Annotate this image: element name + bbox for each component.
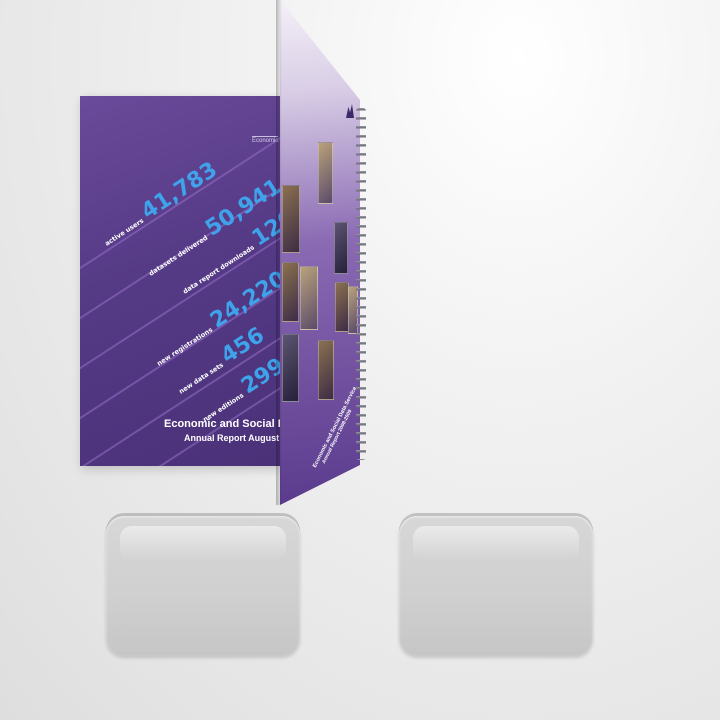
right-key-button[interactable] [399,516,593,656]
photo-thumbnail [318,340,334,400]
photo-thumbnail [318,142,333,204]
photo-thumbnail [282,185,300,253]
photo-thumbnail [335,282,349,332]
brochure-front-cover: Economic active users41,783 datasets del… [80,96,280,466]
scene: Economic active users41,783 datasets del… [0,0,720,720]
spiral-binding [356,108,366,460]
photo-thumbnail [300,266,318,330]
cover-title: Economic and Social D [164,418,280,430]
cover-header-label: Economic [252,136,279,144]
photo-thumbnail [334,222,348,274]
left-key-button[interactable] [106,516,300,656]
cover-subtitle: Annual Report August [184,433,280,443]
stat-label: active users [103,216,146,248]
photo-thumbnail [282,334,299,402]
photo-thumbnail [282,262,299,322]
